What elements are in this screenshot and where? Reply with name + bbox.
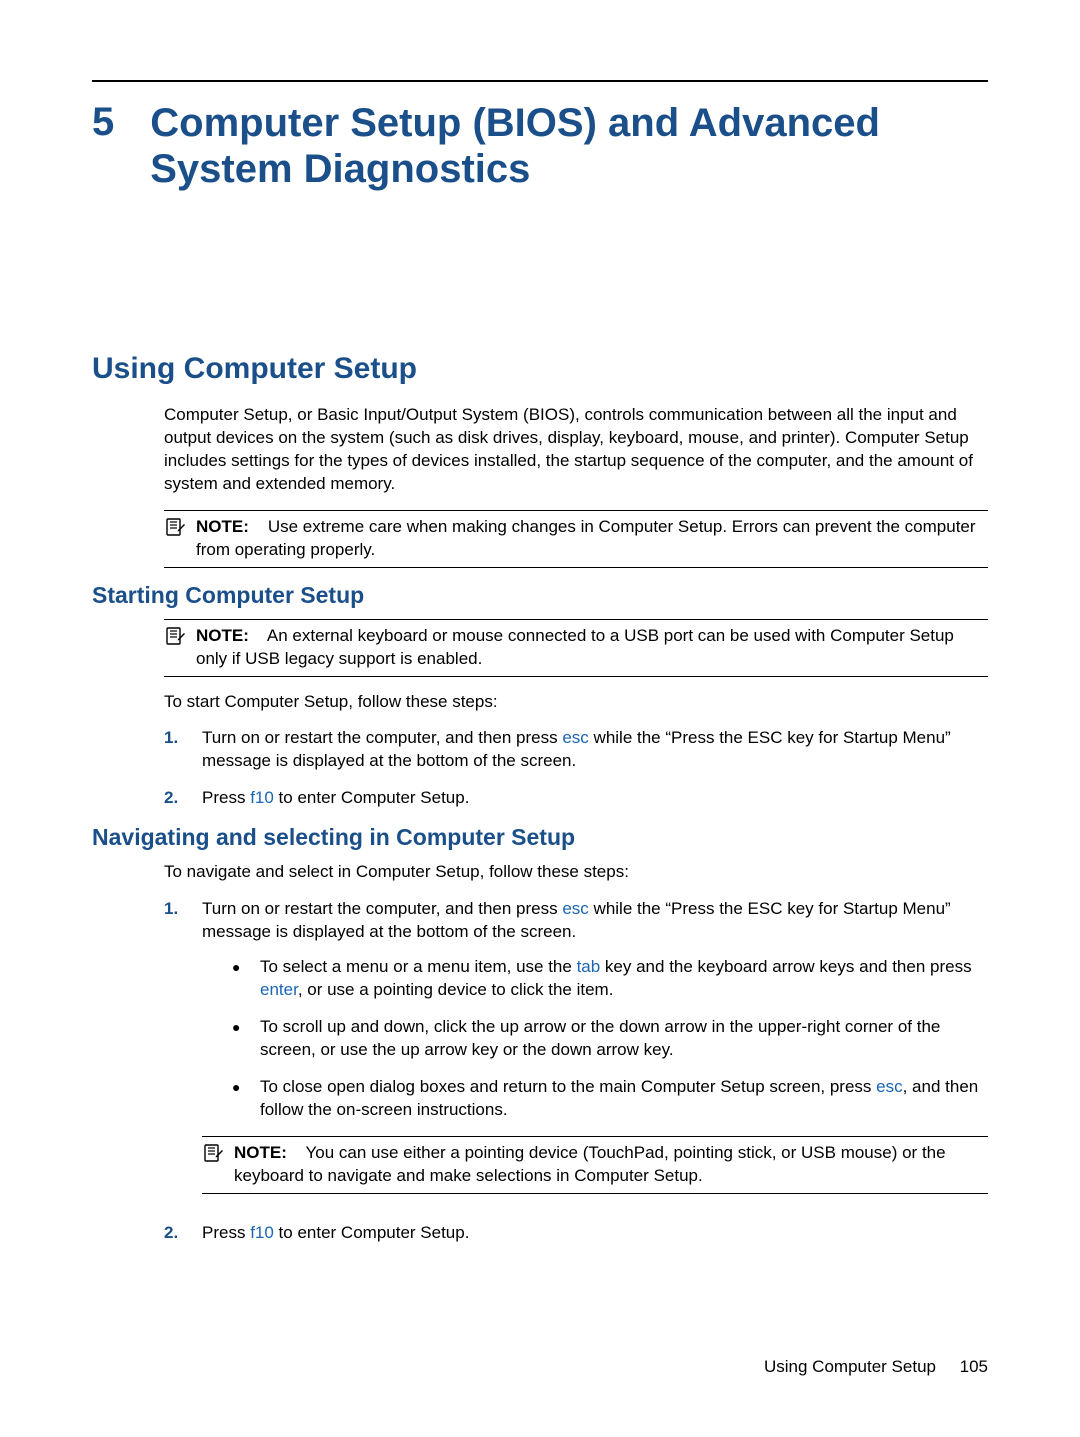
note-label: NOTE: (196, 626, 249, 645)
bullet-item: ● To scroll up and down, click the up ar… (232, 1016, 988, 1062)
chapter-title: Computer Setup (BIOS) and Advanced Syste… (150, 100, 988, 192)
key-tab: tab (577, 957, 601, 976)
section-heading-navigating: Navigating and selecting in Computer Set… (92, 824, 988, 851)
note-label: NOTE: (234, 1143, 287, 1162)
page-footer: Using Computer Setup 105 (764, 1357, 988, 1377)
chapter-header: 5 Computer Setup (BIOS) and Advanced Sys… (92, 100, 988, 192)
note-block-2: NOTE: An external keyboard or mouse conn… (164, 619, 988, 677)
section2-steps: 1. Turn on or restart the computer, and … (164, 727, 988, 810)
key-esc: esc (876, 1077, 902, 1096)
note-icon (202, 1143, 224, 1172)
section3-intro: To navigate and select in Computer Setup… (164, 861, 988, 884)
bullet-pre: To select a menu or a menu item, use the (260, 957, 577, 976)
step-text-post: to enter Computer Setup. (274, 788, 470, 807)
note-text: You can use either a pointing device (To… (234, 1143, 946, 1185)
key-f10: f10 (250, 1223, 274, 1242)
step-number: 1. (164, 727, 182, 750)
note-block-1: NOTE: Use extreme care when making chang… (164, 510, 988, 568)
step-number: 1. (164, 898, 182, 921)
bullet-dot: ● (232, 956, 242, 977)
bullet-text: To scroll up and down, click the up arro… (260, 1016, 988, 1062)
top-rule (92, 80, 988, 82)
bullet-item: ● To select a menu or a menu item, use t… (232, 956, 988, 1002)
step-item: 2. Press f10 to enter Computer Setup. (164, 1222, 988, 1245)
step-item: 1. Turn on or restart the computer, and … (164, 898, 988, 1207)
footer-section: Using Computer Setup (764, 1357, 936, 1376)
step-item: 2. Press f10 to enter Computer Setup. (164, 787, 988, 810)
step-number: 2. (164, 787, 182, 810)
bullet-dot: ● (232, 1016, 242, 1037)
key-esc: esc (562, 899, 588, 918)
page-content: 5 Computer Setup (BIOS) and Advanced Sys… (0, 0, 1080, 1245)
key-esc: esc (562, 728, 588, 747)
bullet-post: , or use a pointing device to click the … (298, 980, 614, 999)
bullet-item: ● To close open dialog boxes and return … (232, 1076, 988, 1122)
bullet-mid: key and the keyboard arrow keys and then… (600, 957, 971, 976)
note-block-3: NOTE: You can use either a pointing devi… (202, 1136, 988, 1194)
footer-page-number: 105 (960, 1357, 988, 1376)
step-text-pre: Turn on or restart the computer, and the… (202, 899, 562, 918)
note-label: NOTE: (196, 517, 249, 536)
step-text-post: to enter Computer Setup. (274, 1223, 470, 1242)
note-icon (164, 517, 186, 546)
key-enter: enter (260, 980, 298, 999)
note-text: An external keyboard or mouse connected … (196, 626, 954, 668)
section-heading-using: Using Computer Setup (92, 352, 988, 386)
section1-intro: Computer Setup, or Basic Input/Output Sy… (164, 404, 988, 496)
bullet-dot: ● (232, 1076, 242, 1097)
section2-intro: To start Computer Setup, follow these st… (164, 691, 988, 714)
step-item: 1. Turn on or restart the computer, and … (164, 727, 988, 773)
step-text-pre: Press (202, 788, 250, 807)
note-icon (164, 626, 186, 655)
step-number: 2. (164, 1222, 182, 1245)
bullet-list: ● To select a menu or a menu item, use t… (232, 956, 988, 1122)
bullet-pre: To close open dialog boxes and return to… (260, 1077, 876, 1096)
key-f10: f10 (250, 788, 274, 807)
step-text-pre: Press (202, 1223, 250, 1242)
section-heading-starting: Starting Computer Setup (92, 582, 988, 609)
step-text-pre: Turn on or restart the computer, and the… (202, 728, 562, 747)
note-text: Use extreme care when making changes in … (196, 517, 976, 559)
chapter-number: 5 (92, 100, 114, 144)
section3-steps: 1. Turn on or restart the computer, and … (164, 898, 988, 1244)
